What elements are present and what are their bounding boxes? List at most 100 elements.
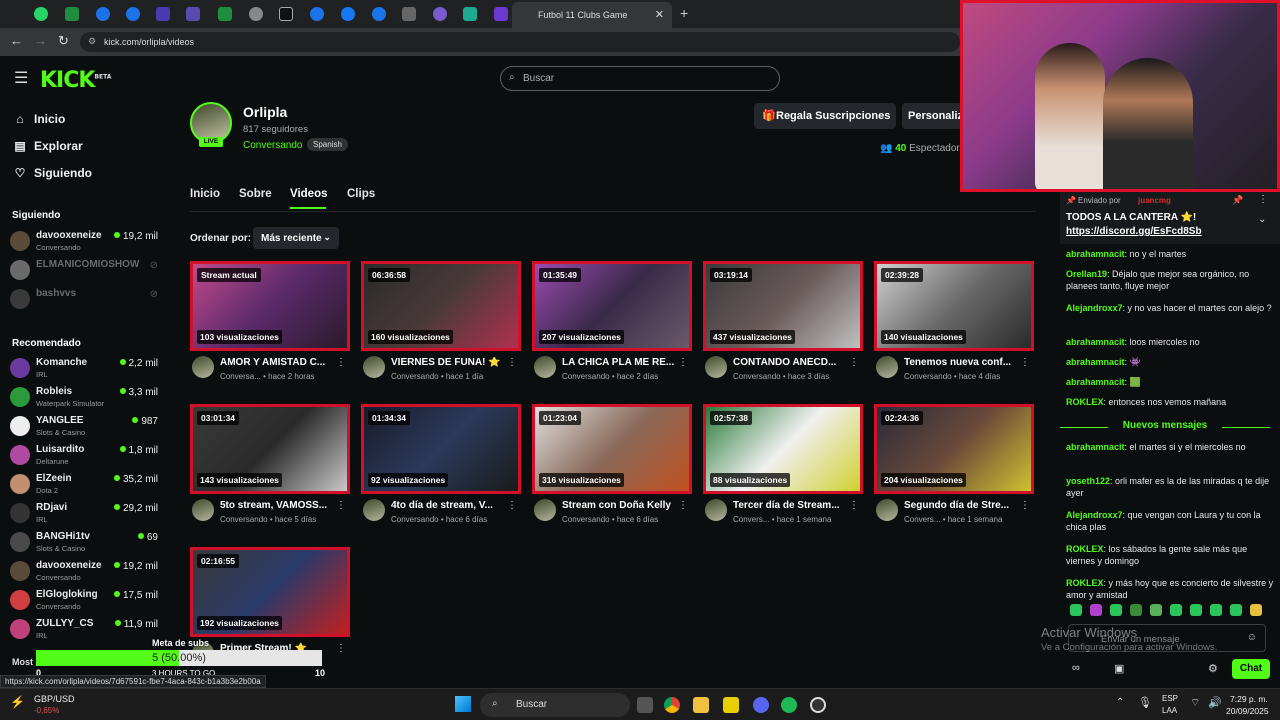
emote-icon[interactable] — [1190, 604, 1202, 616]
emote-icon[interactable] — [1070, 604, 1082, 616]
emote-icon[interactable] — [1250, 604, 1262, 616]
language-label[interactable]: ESP — [1162, 694, 1178, 703]
chat-username[interactable]: ROKLEX — [1066, 544, 1104, 554]
facebook-tab-icon[interactable] — [341, 7, 355, 21]
tiktok-tab-icon[interactable] — [279, 7, 293, 21]
nav-following[interactable]: ♡ Siguiendo — [12, 166, 92, 180]
emote-icon[interactable] — [1130, 604, 1142, 616]
audio-tab-icon[interactable] — [402, 7, 416, 21]
back-icon[interactable]: ← — [10, 33, 23, 48]
nav-home[interactable]: ⌂ Inicio — [12, 112, 65, 126]
windows-start-icon[interactable] — [455, 696, 471, 712]
sidebar-channel[interactable]: davooxeneize Conversando 19,2 mil — [10, 558, 160, 586]
chat-username[interactable]: ROKLEX — [1066, 578, 1104, 588]
video-channel-avatar[interactable] — [192, 499, 214, 521]
more-options-icon[interactable]: ⋮ — [1020, 500, 1030, 511]
pinned-user[interactable]: juancmg — [1138, 196, 1171, 205]
emote-icon[interactable] — [1170, 604, 1182, 616]
chat-username[interactable]: abrahamnacit — [1066, 337, 1125, 347]
video-category[interactable]: Conversando — [904, 372, 952, 381]
emote-icon[interactable] — [1110, 604, 1122, 616]
tab-clips[interactable]: Clips — [347, 188, 375, 200]
video-thumbnail[interactable]: 02:57:38 88 visualizaciones — [703, 404, 863, 494]
video-title[interactable]: Segundo día de Stre... — [904, 500, 1022, 511]
video-card[interactable]: 01:23:04 316 visualizaciones Stream con Do… — [532, 404, 692, 532]
more-options-icon[interactable]: ⋮ — [507, 357, 517, 368]
video-thumbnail[interactable]: 02:39:28 140 visualizaciones — [874, 261, 1034, 351]
emote-icon[interactable] — [1230, 604, 1242, 616]
video-channel-avatar[interactable] — [705, 499, 727, 521]
tab-icon[interactable] — [186, 7, 200, 21]
tray-chevron-icon[interactable]: ⌃ — [1116, 697, 1124, 708]
video-category[interactable]: Convers... — [904, 515, 940, 524]
gift-subs-button[interactable]: 🎁 Regala Suscripciones — [754, 103, 896, 129]
expand-chevron-icon[interactable]: ⌄ — [1258, 214, 1266, 225]
chat-username[interactable]: Alejandroxx7 — [1066, 303, 1123, 313]
video-category[interactable]: Conversando — [733, 372, 781, 381]
video-category[interactable]: Conversando — [220, 515, 268, 524]
chat-username[interactable]: abrahamnacit — [1066, 357, 1125, 367]
pinned-link[interactable]: https://discord.gg/EsFcd8Sb — [1066, 226, 1202, 237]
video-card[interactable]: 02:24:36 204 visualizaciones Segundo día d… — [874, 404, 1034, 532]
video-title[interactable]: 4to día de stream, V... — [391, 500, 509, 511]
video-card[interactable]: 03:01:34 143 visualizaciones 5to stream, V… — [190, 404, 350, 532]
tab-icon[interactable] — [433, 7, 447, 21]
video-channel-avatar[interactable] — [534, 356, 556, 378]
sidebar-channel[interactable]: Komanche IRL 2,2 mil — [10, 355, 160, 383]
url-field[interactable]: ⚙ kick.com/orlipla/videos — [80, 32, 960, 52]
video-card[interactable]: 01:34:34 92 visualizaciones 4to día de str… — [361, 404, 521, 532]
search-input[interactable]: ⌕ Buscar — [500, 66, 780, 91]
more-options-icon[interactable]: ⋮ — [1020, 357, 1030, 368]
nav-explore[interactable]: ▤ Explorar — [12, 139, 82, 153]
taskbar-search[interactable]: ⌕ Buscar — [480, 693, 630, 717]
video-channel-avatar[interactable] — [705, 356, 727, 378]
video-thumbnail[interactable]: 03:19:14 437 visualizaciones — [703, 261, 863, 351]
tab-inicio[interactable]: Inicio — [190, 188, 220, 200]
video-channel-avatar[interactable] — [876, 356, 898, 378]
more-options-icon[interactable]: ⋮ — [678, 500, 688, 511]
tab-icon[interactable] — [463, 7, 477, 21]
sidebar-channel[interactable]: YANGLEE Slots & Casino 987 — [10, 413, 160, 441]
wifi-icon[interactable]: ⌔ — [1190, 696, 1200, 710]
sidebar-channel[interactable]: BANGHi1tv Slots & Casino 69 — [10, 529, 160, 557]
ticker-name[interactable]: GBP/USD — [34, 694, 75, 704]
video-channel-avatar[interactable] — [192, 356, 214, 378]
chat-username[interactable]: Alejandroxx7 — [1066, 510, 1123, 520]
video-title[interactable]: Tercer día de Stream... — [733, 500, 851, 511]
sidebar-channel[interactable]: RDjavi IRL 29,2 mil — [10, 500, 160, 528]
pinned-menu-icon[interactable]: ⋮ — [1258, 194, 1268, 205]
points-icon[interactable]: ∞ — [1072, 662, 1080, 674]
more-options-icon[interactable]: ⋮ — [336, 643, 346, 654]
video-title[interactable]: CONTANDO ANÉCD... — [733, 357, 851, 368]
discord-icon[interactable] — [753, 697, 769, 713]
video-category[interactable]: Conversando — [391, 372, 439, 381]
settings-gear-icon[interactable]: ⚙ — [1208, 662, 1218, 675]
video-category[interactable]: Conversando — [391, 515, 439, 524]
customize-button[interactable]: Personaliza — [902, 103, 962, 129]
video-channel-avatar[interactable] — [876, 499, 898, 521]
chat-username[interactable]: abrahamnacit — [1066, 442, 1125, 452]
video-card[interactable]: Stream actual 103 visualizaciones AMOR Y A… — [190, 261, 350, 389]
tab-icon[interactable] — [372, 7, 386, 21]
sheets-tab-icon[interactable] — [65, 7, 79, 21]
video-thumbnail[interactable]: 01:34:34 92 visualizaciones — [361, 404, 521, 494]
sidebar-channel[interactable]: Luisardito Deltarune 1,8 mil — [10, 442, 160, 470]
video-title[interactable]: VIERNES DE FUNA! ⭐ — [391, 357, 509, 368]
active-browser-tab[interactable]: Futbol 11 Clubs Game ✕ — [512, 2, 672, 28]
unpin-icon[interactable]: 📌 — [1232, 195, 1243, 206]
sidebar-channel[interactable]: Robleis Waterpark Simulator 3,3 mil — [10, 384, 160, 412]
language-badge[interactable]: Spanish — [307, 138, 348, 151]
more-options-icon[interactable]: ⋮ — [507, 500, 517, 511]
whatsapp-tab-icon[interactable] — [34, 7, 48, 21]
tab-videos[interactable]: Videos — [290, 188, 328, 200]
video-card[interactable]: 03:19:14 437 visualizaciones CONTANDO ANÉC… — [703, 261, 863, 389]
more-options-icon[interactable]: ⋮ — [336, 357, 346, 368]
video-card[interactable]: 02:39:28 140 visualizaciones Tenemos nueva… — [874, 261, 1034, 389]
tab-icon[interactable] — [156, 7, 170, 21]
tab-icon[interactable] — [249, 7, 263, 21]
more-options-icon[interactable]: ⋮ — [678, 357, 688, 368]
video-thumbnail[interactable]: 02:24:36 204 visualizaciones — [874, 404, 1034, 494]
chat-username[interactable]: abrahamnacit — [1066, 377, 1125, 387]
tab-sobre[interactable]: Sobre — [239, 188, 272, 200]
sidebar-channel[interactable]: ZULLYY_CS IRL 11,9 mil — [10, 616, 160, 644]
